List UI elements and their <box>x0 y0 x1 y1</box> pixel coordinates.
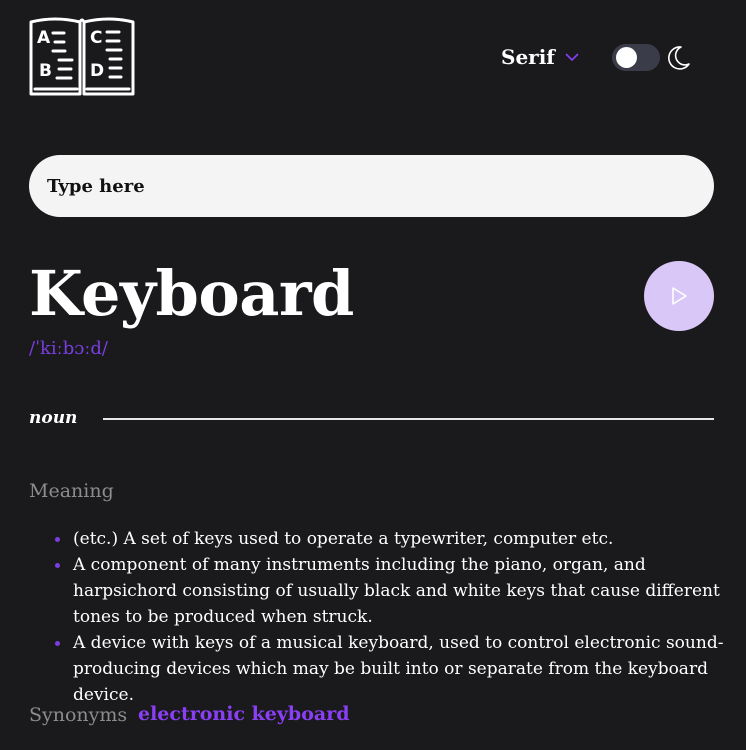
definition-text: A device with keys of a musical keyboard… <box>73 633 724 705</box>
meaning-label: Meaning <box>29 480 114 502</box>
play-icon <box>672 287 687 305</box>
theme-toggle[interactable] <box>612 44 660 71</box>
chevron-down-icon <box>565 53 579 62</box>
definition-item: A device with keys of a musical keyboard… <box>55 630 733 708</box>
logo-letter-c: C <box>90 28 102 48</box>
definition-text: (etc.) A set of keys used to operate a t… <box>73 529 614 549</box>
definition-item: A component of many instruments includin… <box>55 552 733 630</box>
phonetic-text: /ˈkiːbɔːd/ <box>29 338 108 359</box>
divider <box>103 418 714 420</box>
bullet <box>55 641 60 646</box>
bullet <box>55 563 60 568</box>
logo-letter-d: D <box>90 61 104 81</box>
font-select-value: Serif <box>501 45 555 69</box>
part-of-speech: noun <box>29 408 78 428</box>
search-input[interactable] <box>29 155 714 217</box>
font-family-select[interactable]: Serif <box>501 45 579 69</box>
toggle-knob <box>616 47 637 68</box>
logo-letter-b: B <box>39 61 52 81</box>
moon-icon <box>668 46 690 70</box>
bullet <box>55 537 60 542</box>
logo-letter-a: A <box>37 28 51 48</box>
definition-list: (etc.) A set of keys used to operate a t… <box>43 526 733 708</box>
definition-item: (etc.) A set of keys used to operate a t… <box>55 526 733 552</box>
app-header: A B C D Serif <box>0 0 746 110</box>
dictionary-book-logo: A B C D <box>29 17 135 96</box>
synonym-link[interactable]: electronic keyboard <box>138 703 350 725</box>
synonyms-label: Synonyms <box>29 704 128 726</box>
play-audio-button[interactable] <box>644 261 714 331</box>
definition-text: A component of many instruments includin… <box>73 555 720 627</box>
word-title: Keyboard <box>29 257 354 330</box>
